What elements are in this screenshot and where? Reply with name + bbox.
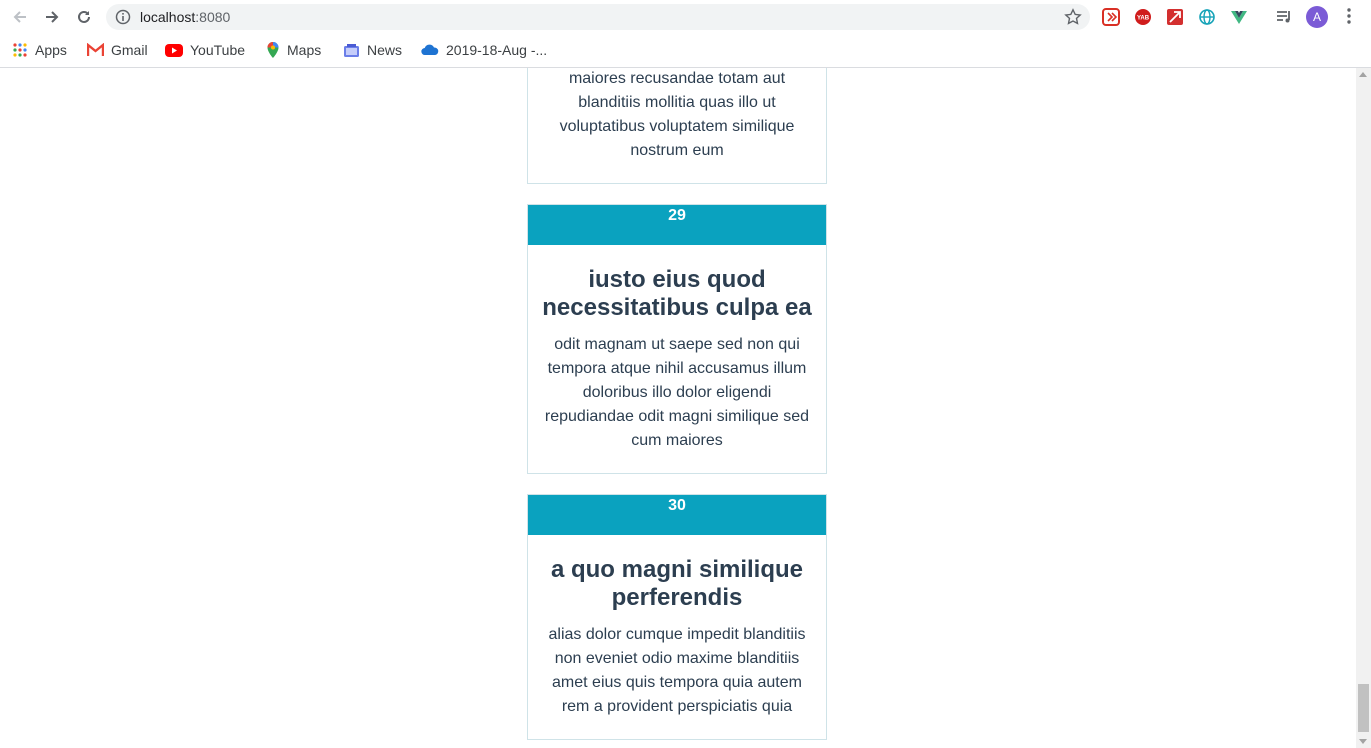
bookmark-label: 2019-18-Aug -... — [446, 42, 548, 58]
bookmark-apps[interactable]: Apps — [12, 41, 67, 59]
bookmark-label: Gmail — [111, 42, 148, 58]
card-body-text: odit magnam ut saepe sed non qui tempora… — [544, 336, 810, 449]
youtube-icon — [165, 43, 183, 57]
browser-menu-icon[interactable] — [1342, 7, 1356, 30]
extension-pdf-icon[interactable] — [1165, 7, 1185, 27]
apps-grid-icon — [12, 42, 28, 58]
profile-avatar[interactable]: A — [1306, 6, 1328, 28]
gmail-icon — [87, 43, 104, 57]
card-title: iusto eius quod necessitatibus culpa ea — [542, 266, 812, 321]
scroll-down-arrow-icon[interactable] — [1359, 739, 1367, 744]
forward-button[interactable] — [40, 5, 64, 29]
bookmark-label: News — [367, 42, 403, 58]
bookmark-onedrive[interactable]: 2019-18-Aug -... — [421, 41, 547, 59]
forward-arrow-icon — [46, 11, 59, 23]
back-arrow-icon — [13, 11, 26, 23]
extension-red-play-icon[interactable] — [1101, 7, 1121, 27]
card-id-header: 29 — [528, 205, 826, 245]
card-id: 29 — [668, 207, 686, 224]
scrollbar-thumb[interactable] — [1358, 684, 1369, 732]
media-queue-icon[interactable] — [1274, 7, 1294, 27]
card-body: iusto eius quod necessitatibus culpa ea … — [528, 245, 826, 453]
back-button[interactable] — [8, 5, 32, 29]
card-body-text: alias dolor cumque impedit blanditiis no… — [548, 626, 806, 715]
maps-pin-icon — [266, 41, 280, 59]
info-icon[interactable] — [115, 9, 131, 30]
scroll-up-arrow-icon[interactable] — [1359, 72, 1367, 77]
post-card: 29 iusto eius quod necessitatibus culpa … — [527, 204, 827, 474]
page-viewport: maiores recusandae totam aut blanditiis … — [0, 68, 1356, 748]
bookmark-news[interactable]: News — [343, 41, 402, 59]
onedrive-cloud-icon — [421, 44, 439, 56]
card-id-header: 30 — [528, 495, 826, 535]
address-bar[interactable]: localhost:8080 — [106, 4, 1090, 30]
card-title: a quo magni similique perferendis — [550, 556, 804, 611]
extension-yab-icon[interactable]: YAB — [1133, 7, 1153, 27]
card-body: maiores recusandae totam aut blanditiis … — [528, 68, 826, 163]
card-id: 30 — [668, 497, 686, 514]
browser-toolbar: localhost:8080 YAB A — [0, 0, 1371, 34]
news-icon — [343, 43, 360, 58]
url-port: :8080 — [195, 9, 231, 25]
page-scrollbar[interactable] — [1356, 68, 1371, 748]
extension-globe-icon[interactable] — [1197, 7, 1217, 27]
post-card: maiores recusandae totam aut blanditiis … — [527, 68, 827, 184]
bookmark-gmail[interactable]: Gmail — [87, 41, 148, 59]
bookmark-label: YouTube — [190, 42, 246, 58]
reload-icon — [78, 10, 90, 23]
bookmark-star-icon[interactable] — [1064, 8, 1082, 31]
reload-button[interactable] — [72, 5, 96, 29]
svg-text:YAB: YAB — [1137, 16, 1150, 22]
extension-vue-icon[interactable] — [1229, 7, 1249, 27]
post-card: 30 a quo magni similique perferendis ali… — [527, 494, 827, 740]
bookmark-maps[interactable]: Maps — [266, 41, 321, 59]
url-text: localhost:8080 — [140, 9, 230, 25]
bookmarks-bar: Apps Gmail YouTube Maps News 2019-18-Aug… — [0, 34, 1371, 68]
bookmark-label: Maps — [287, 42, 322, 58]
url-host: localhost — [140, 9, 196, 25]
card-body: a quo magni similique perferendis alias … — [528, 535, 826, 719]
bookmark-youtube[interactable]: YouTube — [165, 41, 245, 59]
bookmark-label: Apps — [35, 42, 67, 58]
card-body-text: maiores recusandae totam aut blanditiis … — [559, 70, 795, 159]
